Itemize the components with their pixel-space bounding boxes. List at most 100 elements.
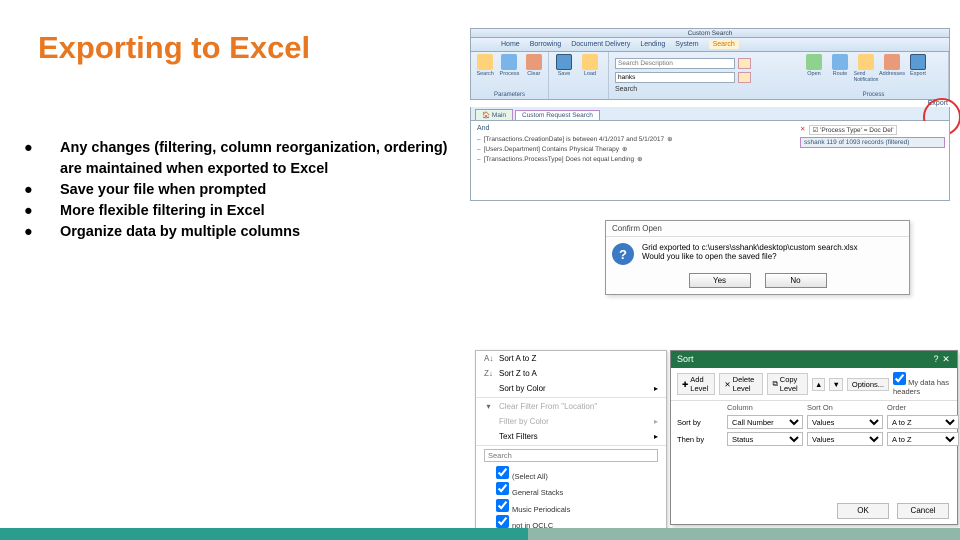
sorton-select[interactable]: Values — [807, 432, 883, 446]
ribbon-group-label: Parameters — [475, 92, 544, 99]
menu-item-borrowing[interactable]: Borrowing — [530, 41, 562, 48]
close-chip-icon[interactable]: ✕ — [800, 125, 805, 135]
sort-toolbar: ✚ Add Level ✕ Delete Level ⧉ Copy Level … — [671, 368, 957, 401]
slide-title: Exporting to Excel — [38, 30, 310, 66]
confirm-open-dialog: Confirm Open ? Grid exported to c:\users… — [605, 220, 910, 295]
options-button[interactable]: Options... — [847, 378, 889, 391]
search-button[interactable]: Search — [475, 54, 495, 84]
ribbon-group-label — [553, 98, 604, 99]
move-up-button[interactable]: ▲ — [812, 378, 825, 391]
remove-icon[interactable]: – — [477, 156, 481, 163]
sort-asc-icon: A↓ — [484, 354, 493, 363]
search-description-input[interactable] — [615, 58, 735, 69]
list-item: ● Any changes (filtering, column reorgan… — [20, 138, 460, 180]
filter-color-item: Filter by Color▸ — [476, 414, 666, 429]
bullet-text: Organize data by multiple columns — [60, 222, 460, 243]
search-go-button[interactable] — [738, 58, 751, 69]
menu-item-lending[interactable]: Lending — [640, 41, 665, 48]
record-count-status: sshank 119 of 1093 records (filtered) — [800, 137, 945, 148]
list-item: ● Save your file when prompted — [20, 180, 460, 201]
sort-level-row: Sort by Call Number Values A to Z — [677, 415, 951, 429]
cancel-button[interactable]: Cancel — [897, 503, 949, 519]
address-icon — [884, 54, 900, 70]
ribbon-group-label: Process — [803, 92, 944, 99]
column-select[interactable]: Status — [727, 432, 803, 446]
question-icon: ? — [612, 243, 634, 265]
order-select[interactable]: A to Z — [887, 415, 959, 429]
route-icon — [832, 54, 848, 70]
column-select[interactable]: Call Number — [727, 415, 803, 429]
close-icon[interactable]: ✕ — [941, 354, 951, 365]
export-icon — [910, 54, 926, 70]
remove-icon[interactable]: – — [477, 146, 481, 153]
delete-level-button[interactable]: ✕ Delete Level — [719, 373, 763, 395]
filter-check-item[interactable]: General Stacks — [496, 482, 656, 498]
copy-level-button[interactable]: ⧉ Copy Level — [767, 373, 808, 395]
add-level-button[interactable]: ✚ Add Level — [677, 373, 715, 395]
sort-az-item[interactable]: A↓Sort A to Z — [476, 351, 666, 366]
menu-item-home[interactable]: Home — [501, 41, 520, 48]
app-window: Custom Search Home Borrowing Document De… — [470, 28, 950, 203]
help-icon[interactable]: ? — [931, 354, 941, 364]
remove-icon[interactable]: – — [477, 136, 481, 143]
bullet-text: Any changes (filtering, column reorganiz… — [60, 138, 460, 180]
process-button[interactable]: Process — [499, 54, 519, 84]
bullet-text: Save your file when prompted — [60, 180, 460, 201]
process-icon — [501, 54, 517, 70]
no-button[interactable]: No — [765, 273, 827, 288]
clear-button[interactable]: Clear — [524, 54, 544, 84]
move-down-button[interactable]: ▼ — [829, 378, 842, 391]
route-button[interactable]: Route — [829, 54, 851, 84]
open-icon — [806, 54, 822, 70]
filter-status-box: ✕ ☑ 'Process Type' = Doc Del' sshank 119… — [800, 125, 945, 148]
menu-item-search[interactable]: Search — [709, 40, 739, 49]
ribbon-group-parameters: Search Process Clear Parameters — [471, 52, 549, 99]
col-header-column: Column — [727, 403, 803, 412]
filter-search-input[interactable] — [484, 449, 658, 462]
app-menu: Home Borrowing Document Delivery Lending… — [470, 38, 950, 52]
search-icon — [477, 54, 493, 70]
notification-button[interactable]: Send Notification — [855, 54, 877, 84]
filter-check-item[interactable]: (Select All) — [496, 466, 656, 482]
clear-filter-icon: ▾ — [484, 402, 493, 411]
filter-check-item[interactable]: Music Periodicals — [496, 499, 656, 515]
addresses-button[interactable]: Addresses — [881, 54, 903, 84]
filter-checklist: (Select All) General Stacks Music Period… — [476, 464, 666, 533]
yes-button[interactable]: Yes — [689, 273, 751, 288]
export-sublabel: Export — [470, 100, 950, 107]
search-go-button-2[interactable] — [738, 72, 751, 83]
ribbon-group-saveload: Save Load — [549, 52, 609, 99]
ok-button[interactable]: OK — [837, 503, 889, 519]
excel-sort-dialog: Sort ?✕ ✚ Add Level ✕ Delete Level ⧉ Cop… — [670, 350, 958, 525]
open-button[interactable]: Open — [803, 54, 825, 84]
sort-color-item[interactable]: Sort by Color▸ — [476, 381, 666, 396]
bullet-icon: ● — [20, 222, 60, 243]
bullet-icon: ● — [20, 180, 60, 201]
order-select[interactable]: A to Z — [887, 432, 959, 446]
export-button[interactable]: Export — [907, 54, 929, 84]
criteria-row[interactable]: –[Transactions.ProcessType] Does not equ… — [477, 155, 943, 163]
row-label: Sort by — [677, 418, 723, 427]
menu-item-system[interactable]: System — [675, 41, 698, 48]
sort-level-row: Then by Status Values A to Z — [677, 432, 951, 446]
col-header-sorton: Sort On — [807, 403, 883, 412]
clear-icon — [526, 54, 542, 70]
search-query-input[interactable] — [615, 72, 735, 83]
load-button[interactable]: Load — [579, 54, 601, 84]
dialog-message: Grid exported to c:\users\sshank\desktop… — [642, 243, 858, 261]
list-item: ● Organize data by multiple columns — [20, 222, 460, 243]
sort-za-item[interactable]: Z↓Sort Z to A — [476, 366, 666, 381]
text-filters-item[interactable]: Text Filters▸ — [476, 429, 666, 444]
headers-checkbox[interactable]: My data has headers — [893, 372, 951, 396]
filter-chip[interactable]: ☑ 'Process Type' = Doc Del' — [809, 125, 896, 135]
ribbon-search-group: Search — [609, 52, 799, 99]
dialog-title: Confirm Open — [606, 221, 909, 237]
save-button[interactable]: Save — [553, 54, 575, 84]
tab-main[interactable]: 🏠 Main — [475, 109, 513, 120]
sorton-select[interactable]: Values — [807, 415, 883, 429]
bullet-icon: ● — [20, 201, 60, 222]
app-titlebar: Custom Search — [470, 28, 950, 38]
menu-item-document-delivery[interactable]: Document Delivery — [571, 41, 630, 48]
tab-custom-search[interactable]: Custom Request Search — [515, 110, 600, 120]
sort-dialog-title: Sort — [677, 354, 694, 365]
